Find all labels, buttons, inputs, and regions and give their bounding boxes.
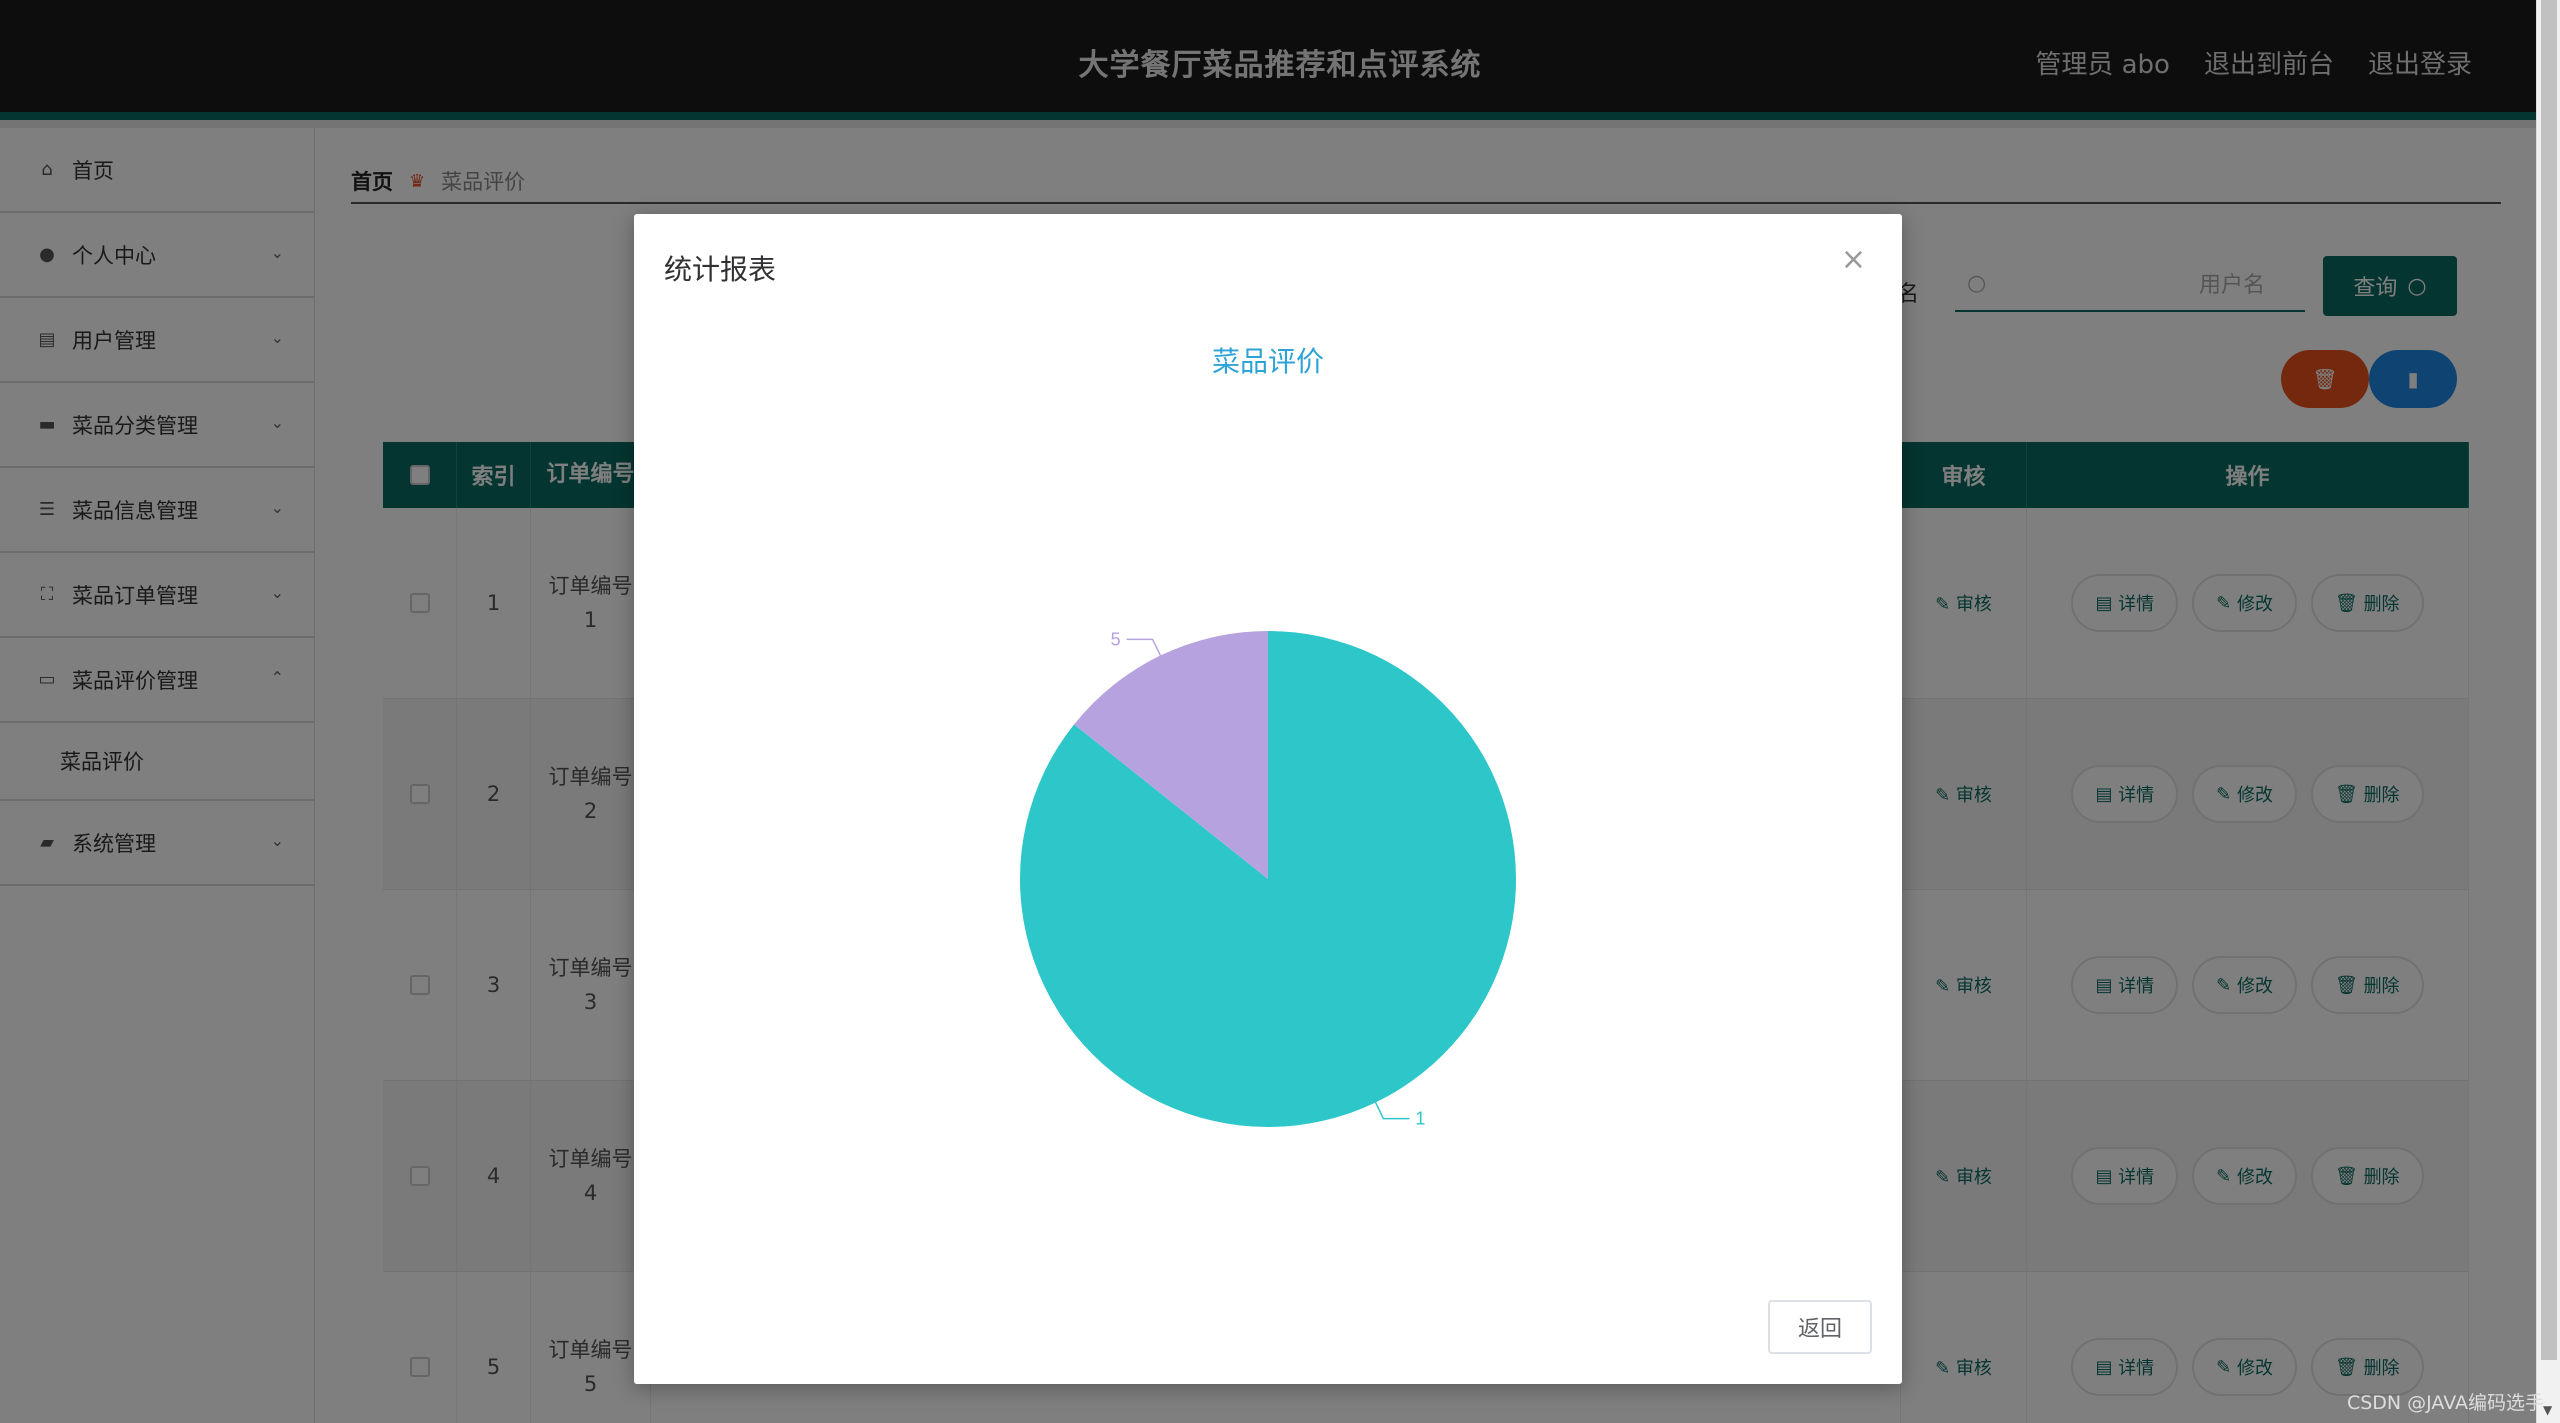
- scrollbar-thumb[interactable]: [2541, 0, 2557, 1360]
- back-button[interactable]: 返回: [1768, 1300, 1872, 1354]
- page-scrollbar[interactable]: ▼: [2536, 0, 2560, 1423]
- watermark: CSDN @JAVA编码选手: [2346, 1392, 2544, 1414]
- statistics-modal: 统计报表 × 菜品评价 15 返回: [634, 214, 1902, 1384]
- pie-label-line-1: [1374, 1102, 1410, 1120]
- scroll-down-arrow-icon[interactable]: ▼: [2543, 1403, 2552, 1417]
- pie-label-5: 5: [1111, 629, 1121, 649]
- pie-label-1: 1: [1415, 1109, 1425, 1129]
- pie-label-line-5: [1126, 638, 1162, 656]
- pie-chart: 15: [1020, 629, 1516, 1129]
